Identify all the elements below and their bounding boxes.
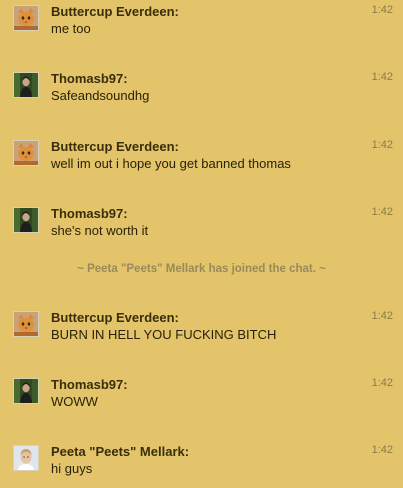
chat-message: Buttercup Everdeen: me too 1:42	[0, 0, 403, 48]
chat-message: Thomasb97: she's not worth it 1:42	[0, 202, 403, 250]
message-text: hi guys	[51, 461, 93, 476]
message-timestamp: 1:42	[371, 310, 393, 322]
message-username[interactable]: Thomasb97:	[51, 71, 128, 86]
message-username[interactable]: Thomasb97:	[51, 377, 128, 392]
message-username[interactable]: Buttercup Everdeen:	[51, 310, 179, 325]
message-text: Safeandsoundhg	[51, 88, 150, 103]
message-timestamp: 1:42	[371, 444, 393, 456]
person-avatar-icon[interactable]	[13, 378, 39, 404]
message-text: she's not worth it	[51, 223, 149, 238]
message-timestamp: 1:42	[371, 4, 393, 16]
chat-message: Peeta "Peets" Mellark: hi guys 1:42	[0, 440, 403, 488]
boy-avatar-icon[interactable]	[13, 445, 39, 471]
message-username[interactable]: Peeta "Peets" Mellark:	[51, 444, 189, 459]
message-timestamp: 1:42	[371, 206, 393, 218]
chat-message: Thomasb97: WOWW 1:42	[0, 373, 403, 421]
message-timestamp: 1:42	[371, 71, 393, 83]
person-avatar-icon[interactable]	[13, 207, 39, 233]
message-timestamp: 1:42	[371, 377, 393, 389]
person-avatar-icon[interactable]	[13, 72, 39, 98]
chat-message: Thomasb97: Safeandsoundhg 1:42	[0, 67, 403, 115]
message-username[interactable]: Buttercup Everdeen:	[51, 4, 179, 19]
system-join-message: ~ Peeta "Peets" Mellark has joined the c…	[77, 263, 326, 275]
message-text: me too	[51, 21, 91, 36]
chat-log: Buttercup Everdeen: me too 1:42 Thomasb9…	[0, 0, 403, 479]
cat-avatar-icon[interactable]	[13, 5, 39, 31]
cat-avatar-icon[interactable]	[13, 311, 39, 337]
cat-avatar-icon[interactable]	[13, 140, 39, 166]
message-username[interactable]: Buttercup Everdeen:	[51, 139, 179, 154]
message-username[interactable]: Thomasb97:	[51, 206, 128, 221]
message-text: WOWW	[51, 394, 98, 409]
message-text: BURN IN HELL YOU FUCKING BITCH	[51, 327, 277, 342]
message-text: well im out i hope you get banned thomas	[51, 156, 291, 171]
chat-message: Buttercup Everdeen: BURN IN HELL YOU FUC…	[0, 306, 403, 354]
chat-message: Buttercup Everdeen: well im out i hope y…	[0, 135, 403, 183]
message-timestamp: 1:42	[371, 139, 393, 151]
